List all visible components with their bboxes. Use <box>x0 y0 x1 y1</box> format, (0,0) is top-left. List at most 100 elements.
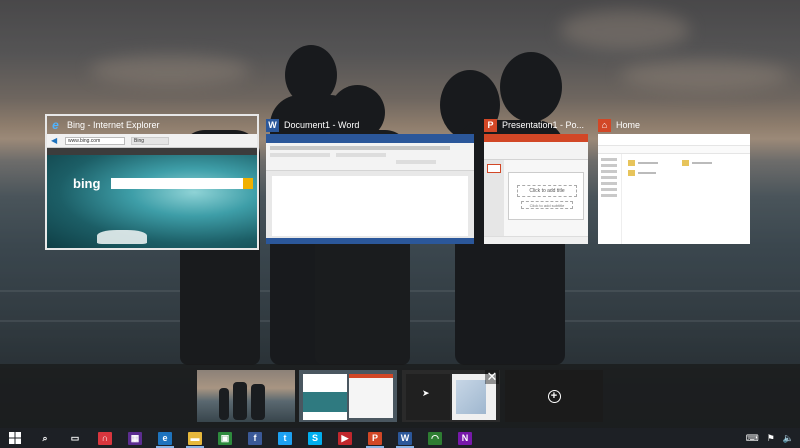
volume-icon[interactable]: 🔈 <box>783 433 794 444</box>
search-icon <box>243 178 253 189</box>
facebook-icon: f <box>248 431 262 445</box>
window-file-explorer[interactable]: ⌂ Home <box>598 116 750 244</box>
ribbon-group <box>396 160 436 164</box>
ie-tab: Bing <box>131 137 169 145</box>
file-label <box>692 162 712 164</box>
ppt-status-bar <box>484 236 588 244</box>
file-explorer-icon: ▬ <box>188 431 202 445</box>
taskbar-facebook-button[interactable]: f <box>240 428 270 448</box>
desktop-2-window-thumb <box>303 392 347 412</box>
start-button[interactable] <box>0 428 30 448</box>
window-title: Home <box>616 120 641 130</box>
taskbar: ⌕ ▭ ∩ ▦ e ▬ ▣ f t S ▶ P W ◠ N <box>0 428 800 448</box>
taskbar-task-view-button[interactable]: ▭ <box>60 428 90 448</box>
close-desktop-icon[interactable]: ✕ <box>485 370 499 384</box>
taskbar-internet-explorer-button[interactable]: e <box>150 428 180 448</box>
headphones-icon: ∩ <box>98 431 112 445</box>
notification-icon[interactable]: ⚑ <box>767 433 775 444</box>
ppt-slide-canvas: Click to add title Click to add subtitle <box>508 172 584 220</box>
home-icon: ⌂ <box>598 118 611 132</box>
ppt-slide-pane <box>484 160 504 236</box>
taskbar-twitter-button[interactable]: t <box>270 428 300 448</box>
word-title-strip <box>266 134 474 143</box>
onenote-icon: N <box>458 431 472 445</box>
taskbar-onenote-button[interactable]: N <box>450 428 480 448</box>
window-thumbnail: Click to add title Click to add subtitle <box>484 134 588 244</box>
word-document-page <box>272 176 468 236</box>
desktop-1-silhouette <box>219 388 229 420</box>
word-icon: W <box>266 118 279 132</box>
ie-toolbar: ◀ www.bing.com Bing <box>47 134 257 148</box>
desktop-1-silhouette <box>251 384 265 420</box>
nav-item <box>601 176 617 179</box>
window-internet-explorer[interactable]: e Bing - Internet Explorer ◀ www.bing.co… <box>47 116 257 248</box>
windows-logo-icon <box>9 432 21 444</box>
word-icon: W <box>398 431 412 445</box>
file-label <box>638 162 658 164</box>
bing-nav-bar <box>47 148 257 155</box>
explorer-nav-pane <box>598 154 622 244</box>
ppt-title-strip <box>484 134 588 142</box>
desktop-3-map-image <box>456 380 486 414</box>
virtual-desktop-1[interactable] <box>197 370 295 422</box>
ie-address-bar: www.bing.com <box>65 137 125 145</box>
system-tray: ⌨ ⚑ 🔈 <box>746 428 794 448</box>
taskbar-word-button[interactable]: W <box>390 428 420 448</box>
ppt-subtitle-placeholder: Click to add subtitle <box>521 201 573 209</box>
taskbar-apps: ⌕ ▭ ∩ ▦ e ▬ ▣ f t S ▶ P W ◠ N <box>30 428 480 448</box>
desktop-2-window-thumb <box>349 374 393 418</box>
bing-image-boat <box>97 230 147 244</box>
bing-background-image <box>47 155 257 248</box>
ppt-title-placeholder: Click to add title <box>517 185 577 197</box>
taskbar-video-button[interactable]: ▶ <box>330 428 360 448</box>
desktop-1-silhouette <box>233 382 247 420</box>
folder-icon <box>682 160 689 166</box>
ribbon-group <box>336 153 386 157</box>
taskbar-file-explorer-button[interactable]: ▬ <box>180 428 210 448</box>
internet-explorer-icon: e <box>52 118 59 132</box>
skype-icon: S <box>308 431 322 445</box>
ribbon-tabs <box>270 146 450 150</box>
taskbar-green-app-button[interactable]: ◠ <box>420 428 450 448</box>
virtual-desktops-bar <box>0 364 800 428</box>
taskbar-skype-button[interactable]: S <box>300 428 330 448</box>
keyboard-icon[interactable]: ⌨ <box>746 433 759 444</box>
video-icon: ▶ <box>338 431 352 445</box>
taskbar-app-purple-button[interactable]: ▦ <box>120 428 150 448</box>
file-label <box>638 172 656 174</box>
bing-logo: bing <box>73 176 101 191</box>
folder-icon <box>628 160 635 166</box>
window-thumbnail <box>598 134 750 244</box>
window-title-bar: W Document1 - Word <box>266 116 359 134</box>
taskbar-powerpoint-button[interactable]: P <box>360 428 390 448</box>
app-purple-icon: ▦ <box>128 431 142 445</box>
taskbar-store-button[interactable]: ▣ <box>210 428 240 448</box>
folder-icon <box>628 170 635 176</box>
mouse-cursor-icon: ➤ <box>422 388 430 398</box>
window-word[interactable]: W Document1 - Word <box>266 116 474 244</box>
new-desktop-button[interactable]: + <box>505 370 603 422</box>
taskbar-search-button[interactable]: ⌕ <box>30 428 60 448</box>
twitter-icon: t <box>278 431 292 445</box>
word-ribbon <box>266 143 474 171</box>
ribbon-group <box>270 153 330 157</box>
window-title: Presentation1 - Po... <box>502 120 585 130</box>
ppt-ribbon <box>484 142 588 160</box>
window-powerpoint[interactable]: P Presentation1 - Po... Click to add tit… <box>484 116 588 244</box>
back-icon: ◀ <box>51 136 58 145</box>
virtual-desktop-2[interactable] <box>299 370 397 422</box>
taskbar-headphones-button[interactable]: ∩ <box>90 428 120 448</box>
task-view-icon: ▭ <box>68 431 82 445</box>
nav-item <box>601 164 617 167</box>
window-title: Document1 - Word <box>284 120 360 130</box>
window-title-bar: e Bing - Internet Explorer <box>49 116 159 134</box>
ppt-slide-thumb <box>487 164 501 173</box>
window-title-bar: ⌂ Home <box>598 116 640 134</box>
green-app-icon: ◠ <box>428 431 442 445</box>
nav-item <box>601 170 617 173</box>
explorer-ribbon <box>598 134 750 146</box>
word-status-bar <box>266 238 474 244</box>
store-icon: ▣ <box>218 431 232 445</box>
window-thumbnail <box>266 134 474 244</box>
nav-item <box>601 194 617 197</box>
